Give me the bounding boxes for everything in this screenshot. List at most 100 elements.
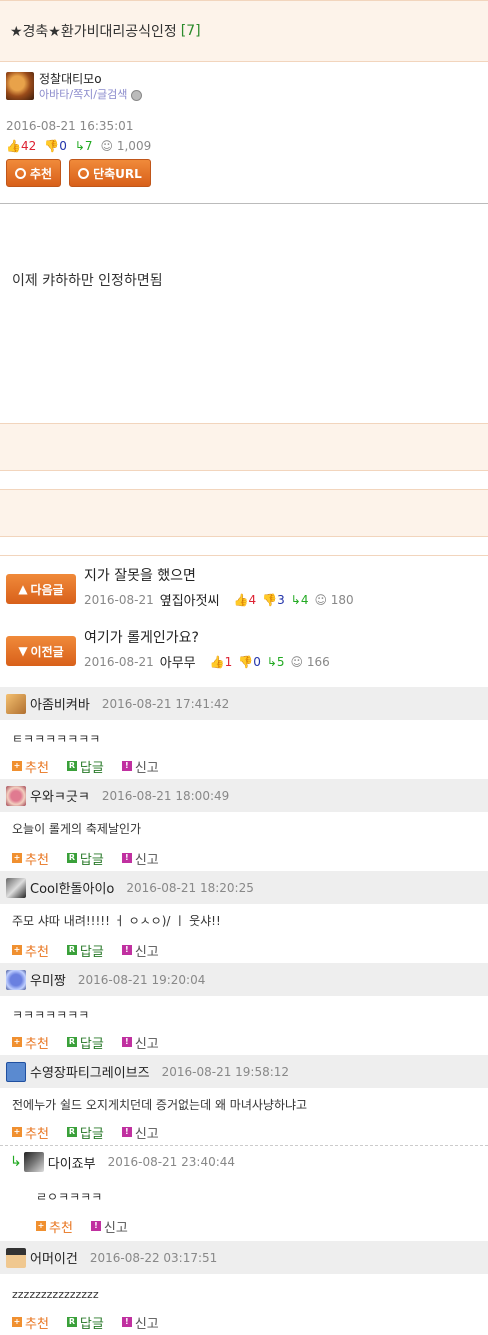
- reply-label: 답글: [79, 1126, 104, 1142]
- post-title-bar: ★경축★환가비대리공식인정 [7]: [0, 0, 488, 62]
- comment-reply-button[interactable]: R 답글: [66, 1033, 104, 1052]
- avatar[interactable]: [6, 72, 34, 100]
- recommend-label: 추천: [49, 1220, 73, 1236]
- report-label: 신고: [134, 852, 159, 868]
- thumb-down-icon: 👎3: [262, 592, 285, 607]
- reply-icon: R: [66, 1127, 77, 1137]
- report-label: 신고: [103, 1220, 128, 1236]
- plus-icon: +: [36, 1221, 46, 1231]
- comment-reply-button[interactable]: R 답글: [66, 1123, 104, 1142]
- comment-text: 오늘이 롤게의 축제날인가: [12, 822, 142, 836]
- comment-author[interactable]: 다이죠부: [48, 1153, 96, 1172]
- comment: 어머이건 2016-08-22 03:17:51 zzzzzzzzzzzzzzz …: [0, 1241, 488, 1335]
- comment-reply-button[interactable]: R 답글: [66, 941, 104, 960]
- thumb-down-icon: 👎0: [238, 654, 261, 669]
- avatar[interactable]: [6, 693, 26, 714]
- up-count: 42: [20, 139, 37, 153]
- short-url-label: 단축URL: [93, 166, 142, 181]
- prev-post-title[interactable]: 여기가 롤게인가요?: [84, 628, 330, 648]
- post-date: 2016-08-21 16:35:01: [6, 119, 134, 133]
- comment-text: 전에누가 쉴드 오지게치던데 증거없는데 왜 마녀사냥하냐고: [12, 1098, 308, 1112]
- prev-post-button[interactable]: ▼ 이전글: [6, 636, 76, 666]
- post-content: 이제 캬하하만 인정하면됨: [0, 203, 488, 423]
- comment-count[interactable]: [7]: [181, 23, 201, 39]
- circle-icon: [78, 167, 90, 179]
- comment-text: ㅋㅋㅋㅋㅋㅋㅋ: [12, 1008, 90, 1022]
- reply-icon: R: [66, 1037, 77, 1047]
- comment-recommend-button[interactable]: + 추천: [12, 941, 49, 960]
- plus-icon: +: [12, 1037, 22, 1047]
- comment-report-button[interactable]: ! 신고: [121, 1033, 159, 1052]
- reply-icon: R: [66, 761, 77, 771]
- thumb-up-icon[interactable]: 👍42: [6, 139, 36, 153]
- view-count: 1,009: [116, 139, 152, 153]
- comment-recommend-button[interactable]: + 추천: [12, 757, 49, 776]
- recommend-button[interactable]: 추천: [6, 159, 62, 187]
- comment-report-button[interactable]: ! 신고: [121, 1123, 159, 1142]
- prev-post-author[interactable]: 아무무: [160, 652, 196, 671]
- report-icon: !: [121, 853, 132, 863]
- comment-author[interactable]: 어머이건: [30, 1248, 78, 1267]
- avatar[interactable]: [6, 785, 26, 806]
- reply-icon: R: [66, 945, 77, 955]
- comment-recommend-button[interactable]: + 추천: [12, 1123, 49, 1142]
- comment: 수영장파티그레이브즈 2016-08-21 19:58:12 전에누가 쉴드 오지…: [0, 1055, 488, 1145]
- avatar[interactable]: [23, 1152, 44, 1172]
- next-post-author[interactable]: 옆집아젓씨: [160, 590, 220, 609]
- down-count: 0: [253, 654, 261, 669]
- comment-author[interactable]: 아좀비켜바: [30, 694, 90, 713]
- comment-recommend-button[interactable]: + 추천: [36, 1217, 73, 1236]
- comment-reply: ↳ 다이죠부 2016-08-21 23:40:44 ㄹㅇㅋㅋㅋㅋ + 추천 ! 신고: [0, 1145, 488, 1241]
- comment-author[interactable]: 우미짱: [30, 970, 66, 989]
- avatar[interactable]: [6, 1247, 26, 1268]
- report-label: 신고: [134, 760, 159, 776]
- comment-date: 2016-08-21 18:00:49: [101, 788, 230, 803]
- thumb-down-icon[interactable]: 👎0: [44, 139, 67, 153]
- next-post-row: ▲ 다음글 지가 잘못을 했으면 2016-08-21 옆집아젓씨 👍4 👎3 …: [6, 566, 482, 628]
- comment-author[interactable]: Cool한돌아이o: [30, 878, 114, 897]
- circle-icon: [15, 167, 26, 179]
- avatar[interactable]: [6, 877, 26, 898]
- avatar[interactable]: [6, 969, 26, 990]
- short-url-button[interactable]: 단축URL: [69, 159, 151, 187]
- comment-recommend-button[interactable]: + 추천: [12, 849, 49, 868]
- comment: Cool한돌아이o 2016-08-21 18:20:25 주모 샤따 내려!!!…: [0, 871, 488, 963]
- prev-post-row: ▼ 이전글 여기가 롤게인가요? 2016-08-21 아무무 👍1 👎0 ↳5…: [6, 628, 482, 690]
- comment-text: ㄹㅇㅋㅋㅋㅋ: [36, 1190, 103, 1204]
- recommend-label: 추천: [25, 1126, 49, 1142]
- recommend-label: 추천: [30, 166, 53, 181]
- comment-date: 2016-08-21 19:58:12: [161, 1064, 290, 1079]
- next-post-button[interactable]: ▲ 다음글: [6, 574, 76, 604]
- comment-date: 2016-08-21 19:20:04: [77, 972, 206, 987]
- author-name[interactable]: 정찰대티모o: [39, 72, 142, 87]
- comment-author[interactable]: 우와ㅋ긋ㅋ: [30, 786, 90, 805]
- report-icon: !: [121, 1127, 132, 1137]
- comment-reply-button[interactable]: R 답글: [66, 757, 104, 776]
- share-count: 5: [276, 654, 285, 669]
- post-title: ★경축★환가비대리공식인정: [10, 24, 177, 40]
- comment-reply-button[interactable]: R 답글: [66, 849, 104, 868]
- plus-icon: +: [12, 761, 22, 771]
- plus-icon: +: [12, 945, 22, 955]
- up-count: 4: [248, 592, 257, 607]
- comment-report-button[interactable]: ! 신고: [90, 1217, 128, 1236]
- report-label: 신고: [134, 944, 159, 960]
- comment: 아좀비켜바 2016-08-21 17:41:42 ㅌㅋㅋㅋㅋㅋㅋㅋ + 추천 R답…: [0, 687, 488, 779]
- comment-report-button[interactable]: ! 신고: [121, 757, 159, 776]
- prev-post-date: 2016-08-21: [84, 654, 154, 669]
- comment-report-button[interactable]: ! 신고: [121, 849, 159, 868]
- plus-icon: +: [12, 1317, 22, 1327]
- comment-text: zzzzzzzzzzzzzzz: [12, 1288, 99, 1301]
- comment: 우와ㅋ긋ㅋ 2016-08-21 18:00:49 오늘이 롤게의 축제날인가 +…: [0, 779, 488, 871]
- comment-report-button[interactable]: ! 신고: [121, 941, 159, 960]
- view-icon: ☺ 166: [290, 654, 330, 669]
- avatar[interactable]: [6, 1061, 26, 1082]
- prev-label: 이전글: [30, 644, 64, 659]
- next-post-title[interactable]: 지가 잘못을 했으면: [84, 566, 354, 586]
- level-icon: [131, 89, 143, 101]
- author-links[interactable]: 아바타/쪽지/글검색: [39, 87, 127, 103]
- comment-recommend-button[interactable]: + 추천: [12, 1033, 49, 1052]
- share-icon: ↳4: [290, 592, 309, 607]
- reply-label: 답글: [79, 852, 104, 868]
- comment-author[interactable]: 수영장파티그레이브즈: [30, 1062, 150, 1081]
